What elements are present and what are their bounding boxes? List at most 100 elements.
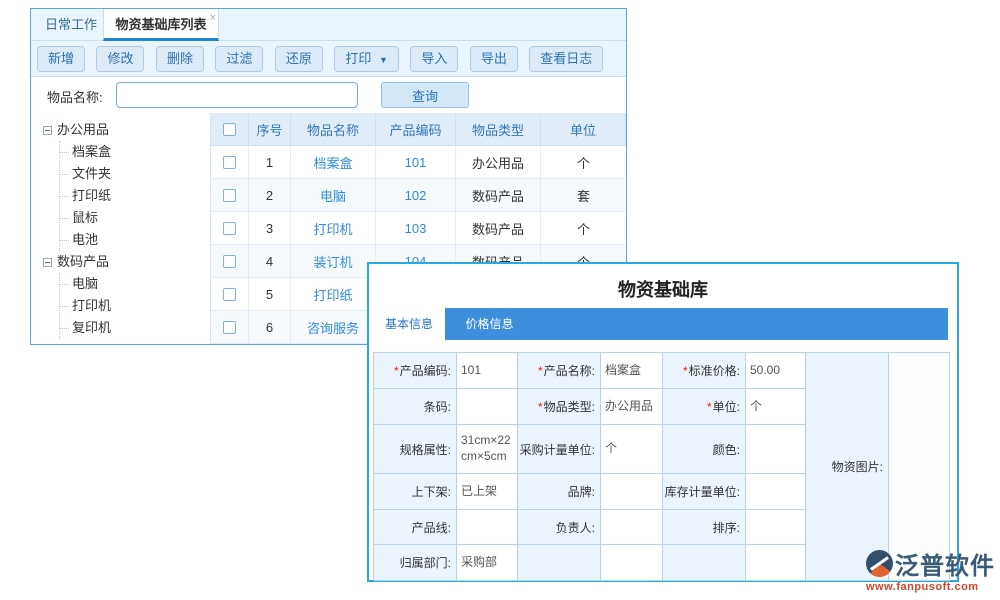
row-checkbox[interactable] <box>223 321 236 334</box>
import-button[interactable]: 导入 <box>410 46 458 72</box>
tab-price-info[interactable]: 价格信息 <box>453 308 525 340</box>
tab-materials-list[interactable]: 物资基础库列表 × <box>103 9 219 41</box>
header-unit: 单位 <box>541 113 626 146</box>
material-detail-dialog: 物资基础库 基本信息 价格信息 *产品编码: 101 *产品名称: 档案盒 *标… <box>367 262 959 582</box>
row-no: 5 <box>249 278 291 311</box>
item-name-link[interactable]: 打印机 <box>291 212 376 245</box>
product-line-field[interactable] <box>457 510 518 545</box>
product-code-link[interactable]: 102 <box>376 179 456 212</box>
barcode-field[interactable] <box>457 389 518 425</box>
tree-item-printer[interactable]: 打印机 <box>60 295 210 317</box>
row-checkbox[interactable] <box>223 222 236 235</box>
row-no: 3 <box>249 212 291 245</box>
tree-item-archive-box[interactable]: 档案盒 <box>60 141 210 163</box>
tree-children: 电脑 打印机 复印机 <box>59 273 210 339</box>
tree-item-mouse[interactable]: 鼠标 <box>60 207 210 229</box>
field-label: *物品类型: <box>518 389 601 425</box>
restore-button[interactable]: 还原 <box>275 46 323 72</box>
modify-button[interactable]: 修改 <box>96 46 144 72</box>
unit-cell: 套 <box>541 179 626 212</box>
tree-group-label: 数码产品 <box>57 254 109 269</box>
field-label: 条码: <box>374 389 457 425</box>
select-all-cell <box>211 113 249 146</box>
field-label: 产品线: <box>374 510 457 545</box>
export-button[interactable]: 导出 <box>470 46 518 72</box>
tab-materials-list-label: 物资基础库列表 <box>115 17 206 32</box>
field-label <box>518 545 601 581</box>
item-name-link[interactable]: 档案盒 <box>291 146 376 179</box>
field-label: 上下架: <box>374 474 457 510</box>
empty-field <box>746 545 806 581</box>
print-button-label: 打印 <box>345 51 371 66</box>
row-no: 2 <box>249 179 291 212</box>
header-item-name: 物品名称 <box>291 113 376 146</box>
row-checkbox[interactable] <box>223 189 236 202</box>
select-all-checkbox[interactable] <box>223 123 236 136</box>
department-field[interactable]: 采购部 <box>457 545 518 581</box>
row-no: 4 <box>249 245 291 278</box>
stock-unit-field[interactable] <box>746 474 806 510</box>
manager-field[interactable] <box>601 510 663 545</box>
row-no: 1 <box>249 146 291 179</box>
sort-field[interactable] <box>746 510 806 545</box>
basic-info-form: *产品编码: 101 *产品名称: 档案盒 *标准价格: 50.00 条码: *… <box>373 352 950 580</box>
item-type-field[interactable]: 办公用品 <box>601 389 663 425</box>
row-no: 6 <box>249 311 291 344</box>
brand-field[interactable] <box>601 474 663 510</box>
field-label: 库存计量单位: <box>663 474 746 510</box>
query-button[interactable]: 查询 <box>381 82 469 108</box>
vendor-logo: 泛普软件 www.fanpusoft.com <box>866 546 996 593</box>
row-checkbox[interactable] <box>223 288 236 301</box>
tree-group-office-supplies[interactable]: 办公用品 <box>43 119 210 141</box>
unit-cell: 个 <box>541 146 626 179</box>
item-name-link[interactable]: 装订机 <box>291 245 376 278</box>
collapse-icon[interactable] <box>43 126 52 135</box>
item-type-cell: 办公用品 <box>456 146 541 179</box>
tree-item-battery[interactable]: 电池 <box>60 229 210 251</box>
delete-button[interactable]: 删除 <box>156 46 204 72</box>
page: 日常工作 物资基础库列表 × 新增 修改 删除 过滤 还原 打印 ▼ 导入 导出… <box>0 0 1000 600</box>
item-name-link[interactable]: 打印纸 <box>291 278 376 311</box>
unit-field[interactable]: 个 <box>746 389 806 425</box>
field-label: 规格属性: <box>374 425 457 474</box>
item-name-link[interactable]: 电脑 <box>291 179 376 212</box>
category-tree: 办公用品 档案盒 文件夹 打印纸 鼠标 电池 数码产品 电脑 打印机 复印机 <box>31 113 211 344</box>
product-name-field[interactable]: 档案盒 <box>601 353 663 389</box>
standard-price-field[interactable]: 50.00 <box>746 353 806 389</box>
field-label: *产品编码: <box>374 353 457 389</box>
empty-field <box>601 545 663 581</box>
search-bar: 物品名称: 查询 <box>31 77 626 113</box>
filter-button[interactable]: 过滤 <box>215 46 263 72</box>
row-checkbox[interactable] <box>223 255 236 268</box>
product-code-link[interactable]: 103 <box>376 212 456 245</box>
tab-basic-info[interactable]: 基本信息 <box>373 308 445 340</box>
collapse-icon[interactable] <box>43 258 52 267</box>
print-button[interactable]: 打印 ▼ <box>334 46 399 72</box>
purchase-unit-field[interactable]: 个 <box>601 425 663 474</box>
shelf-status-field[interactable]: 已上架 <box>457 474 518 510</box>
table-row: 3 打印机 103 数码产品 个 <box>211 212 626 245</box>
close-tab-icon[interactable]: × <box>210 3 216 34</box>
add-button[interactable]: 新增 <box>37 46 85 72</box>
field-label: 品牌: <box>518 474 601 510</box>
tree-item-computer[interactable]: 电脑 <box>60 273 210 295</box>
field-label: 负责人: <box>518 510 601 545</box>
tree-item-print-paper[interactable]: 打印纸 <box>60 185 210 207</box>
product-code-field[interactable]: 101 <box>457 353 518 389</box>
tab-daily-work[interactable]: 日常工作 <box>39 9 103 41</box>
color-field[interactable] <box>746 425 806 474</box>
chevron-down-icon: ▼ <box>379 55 388 65</box>
view-log-button[interactable]: 查看日志 <box>529 46 603 72</box>
tree-item-copier[interactable]: 复印机 <box>60 317 210 339</box>
tree-item-folder[interactable]: 文件夹 <box>60 163 210 185</box>
product-code-link[interactable]: 101 <box>376 146 456 179</box>
tree-children: 档案盒 文件夹 打印纸 鼠标 电池 <box>59 141 210 251</box>
item-name-link[interactable]: 咨询服务 <box>291 311 376 344</box>
spec-field[interactable]: 31cm×22cm×5cm <box>457 425 518 474</box>
tree-group-digital-products[interactable]: 数码产品 <box>43 251 210 273</box>
vendor-name: 泛普软件 <box>895 546 995 581</box>
row-checkbox[interactable] <box>223 156 236 169</box>
item-name-input[interactable] <box>116 82 358 108</box>
item-name-label: 物品名称: <box>47 87 103 106</box>
header-item-type: 物品类型 <box>456 113 541 146</box>
